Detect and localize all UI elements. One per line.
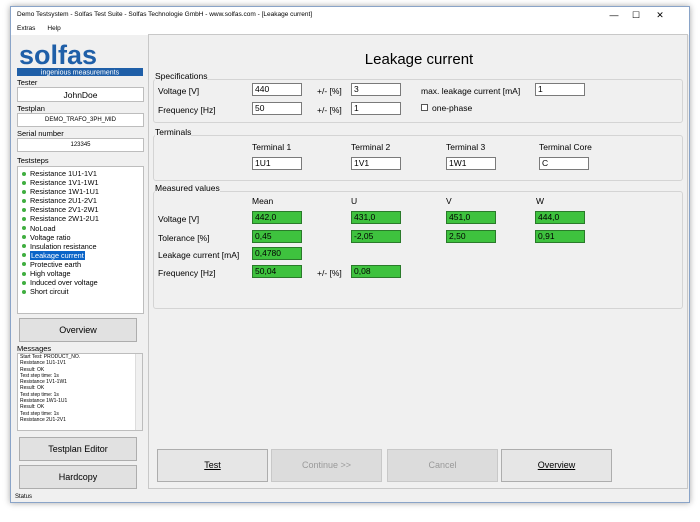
frequency-tol-label: +/- [%]	[317, 268, 342, 278]
cancel-button[interactable]: Cancel	[387, 449, 498, 482]
step-noload[interactable]: NoLoad	[20, 224, 141, 233]
terminal-core-input[interactable]: C	[539, 157, 589, 170]
max-leakage-label: max. leakage current [mA]	[421, 86, 521, 96]
header-u: U	[351, 196, 358, 206]
logo-tagline: ingenious measurements	[41, 70, 120, 77]
tolerance-label: Tolerance [%]	[158, 233, 210, 243]
tolerance-w-value: 0,91	[535, 230, 585, 243]
continue-button[interactable]: Continue >>	[271, 449, 382, 482]
page-title: Leakage current	[364, 51, 474, 68]
step-voltage-ratio[interactable]: Voltage ratio	[20, 233, 141, 242]
step-resistance-1w1-1u1[interactable]: Resistance 1W1-1U1	[20, 187, 141, 196]
step-induced-over-voltage[interactable]: Induced over voltage	[20, 278, 141, 287]
measured-values-label: Measured values	[155, 183, 220, 193]
test-button[interactable]: Test	[157, 449, 268, 482]
messages-scrollbar[interactable]	[135, 354, 142, 430]
step-insulation-resistance[interactable]: Insulation resistance	[20, 242, 141, 251]
spec-voltage-input[interactable]: 440	[252, 83, 302, 96]
terminal-2-input[interactable]: 1V1	[351, 157, 401, 170]
header-v: V	[446, 196, 452, 206]
menu-extras[interactable]: Extras	[11, 23, 41, 35]
testplan-editor-button[interactable]: Testplan Editor	[19, 437, 137, 461]
one-phase-checkbox[interactable]	[421, 104, 428, 111]
logo-text: solfas	[19, 40, 97, 70]
messages-list[interactable]: Start Test: PRODUCT_NO. Resistance 1U1-1…	[17, 353, 143, 431]
voltage-mean-value: 442,0	[252, 211, 302, 224]
terminal-3-label: Terminal 3	[446, 142, 486, 152]
spec-voltage-tol-label: +/- [%]	[317, 86, 342, 96]
step-high-voltage[interactable]: High voltage	[20, 269, 141, 278]
header-mean: Mean	[252, 196, 274, 206]
tolerance-v-value: 2,50	[446, 230, 496, 243]
teststeps-list: Resistance 1U1-1V1 Resistance 1V1-1W1 Re…	[17, 166, 144, 314]
step-short-circuit[interactable]: Short circuit	[20, 287, 141, 296]
spec-voltage-tol-input[interactable]: 3	[351, 83, 401, 96]
terminals-group	[153, 135, 683, 181]
spec-frequency-tol-input[interactable]: 1	[351, 102, 401, 115]
solfas-logo: solfas ingenious measurements	[17, 40, 143, 77]
serial-label: Serial number	[17, 129, 64, 138]
measured-voltage-label: Voltage [V]	[158, 214, 200, 224]
leakage-current-value: 0,4780	[252, 247, 302, 260]
terminal-1-label: Terminal 1	[252, 142, 292, 152]
status-bar: Status	[15, 494, 33, 500]
one-phase-label: one-phase	[432, 103, 473, 113]
step-resistance-1u1-1v1[interactable]: Resistance 1U1-1V1	[20, 169, 141, 178]
header-w: W	[536, 196, 545, 206]
terminal-1-input[interactable]: 1U1	[252, 157, 302, 170]
overview-sidebar-button[interactable]: Overview	[19, 318, 137, 342]
maximize-icon[interactable]: ☐	[625, 7, 647, 23]
teststeps-label: Teststeps	[17, 156, 49, 165]
testplan-field: DEMO_TRAFO_3PH_MID	[17, 113, 144, 127]
terminal-3-input[interactable]: 1W1	[446, 157, 496, 170]
step-protective-earth[interactable]: Protective earth	[20, 260, 141, 269]
main-panel: Leakage current Specifications Voltage […	[148, 34, 688, 489]
close-icon[interactable]: ✕	[649, 7, 671, 23]
step-resistance-2v1-2w1[interactable]: Resistance 2V1-2W1	[20, 205, 141, 214]
frequency-tol-value: 0,08	[351, 265, 401, 278]
tolerance-u-value: -2,05	[351, 230, 401, 243]
tolerance-mean-value: 0,45	[252, 230, 302, 243]
terminal-2-label: Terminal 2	[351, 142, 391, 152]
testplan-label: Testplan	[17, 104, 45, 113]
step-resistance-2w1-2u1[interactable]: Resistance 2W1-2U1	[20, 214, 141, 223]
title-bar: Demo Testsystem - Solfas Test Suite - So…	[11, 7, 689, 23]
message-line: Resistance 2U1-2V1	[20, 416, 66, 423]
app-window: Demo Testsystem - Solfas Test Suite - So…	[10, 6, 690, 503]
window-title: Demo Testsystem - Solfas Test Suite - So…	[17, 11, 313, 18]
spec-voltage-label: Voltage [V]	[158, 86, 200, 96]
specifications-group	[153, 79, 683, 123]
terminals-label: Terminals	[155, 127, 192, 137]
spec-frequency-input[interactable]: 50	[252, 102, 302, 115]
step-resistance-2u1-2v1[interactable]: Resistance 2U1-2V1	[20, 196, 141, 205]
frequency-value: 50,04	[252, 265, 302, 278]
minimize-icon[interactable]: —	[603, 7, 625, 23]
spec-frequency-tol-label: +/- [%]	[317, 105, 342, 115]
hardcopy-button[interactable]: Hardcopy	[19, 465, 137, 489]
max-leakage-input[interactable]: 1	[535, 83, 585, 96]
tester-field: JohnDoe	[17, 87, 144, 102]
tester-label: Tester	[17, 78, 38, 87]
voltage-w-value: 444,0	[535, 211, 585, 224]
measured-frequency-label: Frequency [Hz]	[158, 268, 216, 278]
leakage-current-label: Leakage current [mA]	[158, 250, 240, 260]
menu-help[interactable]: Help	[41, 23, 66, 35]
step-leakage-current[interactable]: Leakage current	[20, 250, 141, 260]
voltage-v-value: 451,0	[446, 211, 496, 224]
terminal-core-label: Terminal Core	[539, 142, 592, 152]
serial-field: 123345	[17, 138, 144, 152]
specifications-label: Specifications	[155, 71, 208, 81]
step-resistance-1v1-1w1[interactable]: Resistance 1V1-1W1	[20, 178, 141, 187]
overview-button[interactable]: Overview	[501, 449, 612, 482]
messages-label: Messages	[17, 344, 52, 353]
spec-frequency-label: Frequency [Hz]	[158, 105, 216, 115]
voltage-u-value: 431,0	[351, 211, 401, 224]
